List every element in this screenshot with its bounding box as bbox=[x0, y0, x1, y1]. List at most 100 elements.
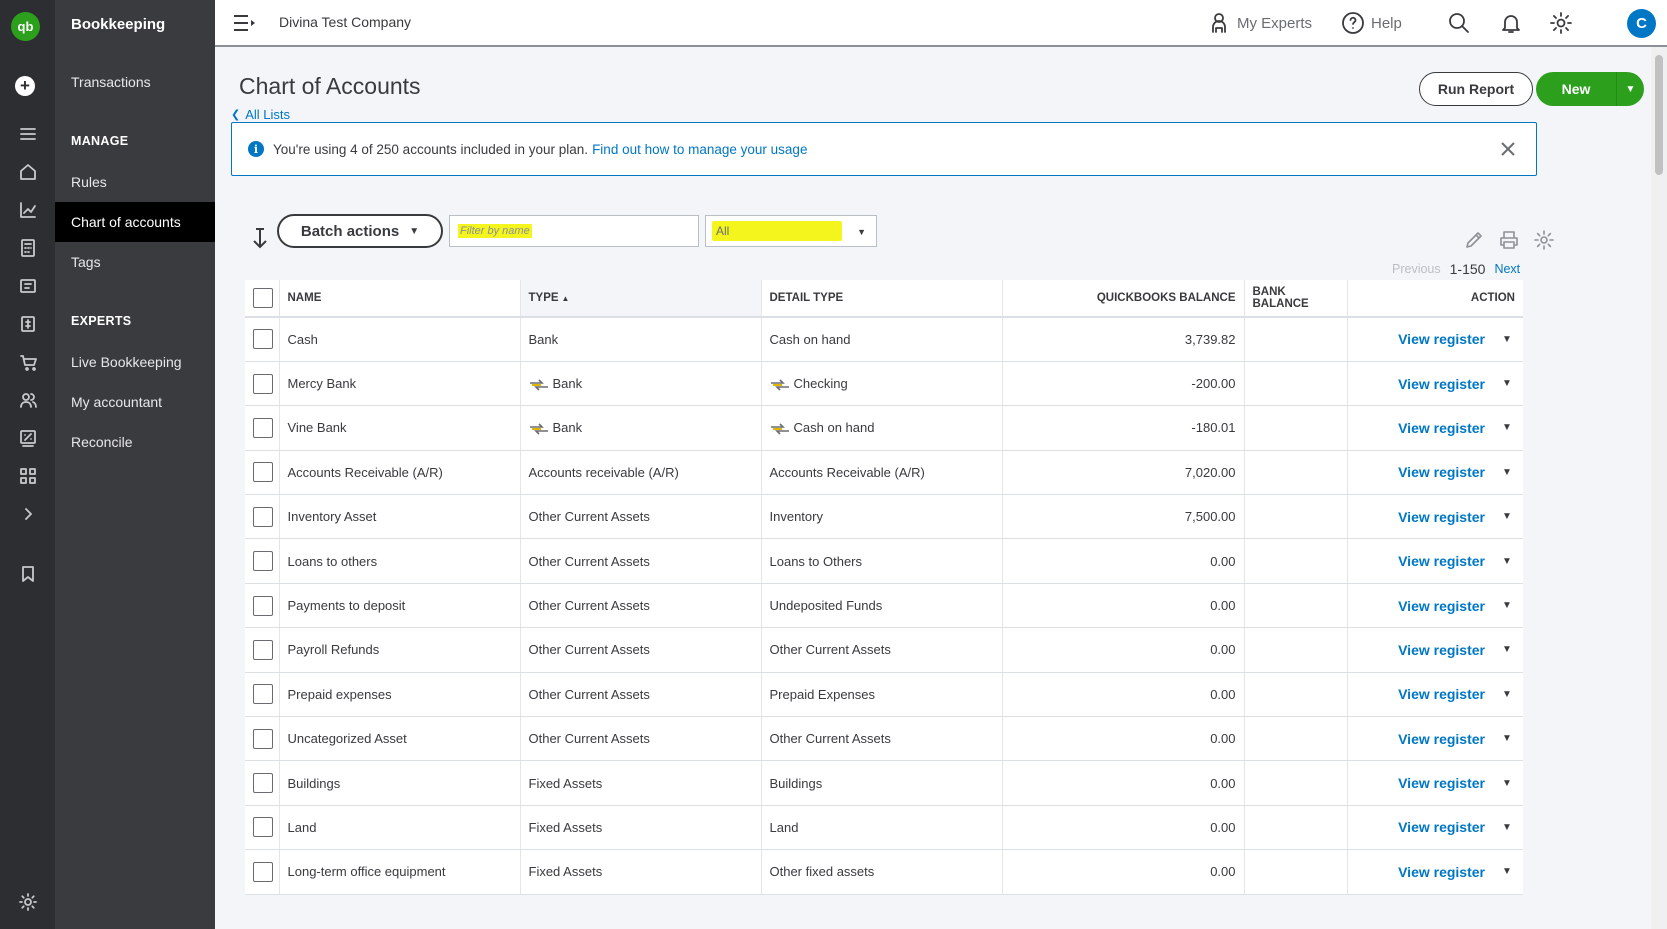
menu-item-reconcile[interactable]: Reconcile bbox=[55, 422, 215, 462]
apps-grid-icon[interactable] bbox=[0, 458, 55, 494]
row-action-dropdown-icon[interactable]: ▼ bbox=[1499, 378, 1515, 389]
row-checkbox[interactable] bbox=[253, 462, 273, 483]
row-action-dropdown-icon[interactable]: ▼ bbox=[1499, 467, 1515, 478]
table-row[interactable]: Mercy Bank Bank Checking -200.00 View regist… bbox=[245, 361, 1523, 407]
row-action-dropdown-icon[interactable]: ▼ bbox=[1499, 334, 1515, 345]
view-register-link[interactable]: View register bbox=[1398, 731, 1485, 747]
table-row[interactable]: Buildings Fixed Assets Buildings 0.00 View r… bbox=[245, 760, 1523, 806]
table-row[interactable]: Accounts Receivable (A/R) Accounts receiv… bbox=[245, 450, 1523, 496]
row-action-dropdown-icon[interactable]: ▼ bbox=[1499, 778, 1515, 789]
row-action-dropdown-icon[interactable]: ▼ bbox=[1499, 866, 1515, 877]
row-action-dropdown-icon[interactable]: ▼ bbox=[1499, 644, 1515, 655]
edit-pencil-icon[interactable] bbox=[1463, 229, 1485, 256]
batch-actions-button[interactable]: Batch actions ▼ bbox=[277, 214, 443, 248]
column-header-quickbooks-balance[interactable]: QUICKBOOKS BALANCE bbox=[1002, 280, 1245, 318]
row-action-dropdown-icon[interactable]: ▼ bbox=[1499, 689, 1515, 700]
row-action-dropdown-icon[interactable]: ▼ bbox=[1499, 422, 1515, 433]
previous-page-link[interactable]: Previous bbox=[1392, 262, 1441, 276]
view-register-link[interactable]: View register bbox=[1398, 598, 1485, 614]
taxes-icon[interactable] bbox=[0, 420, 55, 456]
print-icon[interactable] bbox=[1498, 229, 1520, 256]
view-register-link[interactable]: View register bbox=[1398, 642, 1485, 658]
select-all-checkbox[interactable] bbox=[253, 288, 273, 308]
view-register-link[interactable]: View register bbox=[1398, 864, 1485, 880]
quickbooks-logo[interactable]: qb bbox=[11, 12, 40, 41]
table-settings-gear-icon[interactable] bbox=[1533, 229, 1555, 256]
next-page-link[interactable]: Next bbox=[1494, 262, 1520, 276]
row-checkbox[interactable] bbox=[253, 417, 273, 438]
notifications-bell-icon[interactable] bbox=[1499, 8, 1523, 38]
all-lists-link[interactable]: ❮ All Lists bbox=[231, 107, 290, 122]
table-row[interactable]: Vine Bank Bank Cash on hand -180.01 View reg… bbox=[245, 405, 1523, 451]
column-header-name[interactable]: NAME bbox=[279, 280, 521, 318]
column-header-type[interactable]: TYPE ▲ bbox=[520, 280, 762, 318]
menu-item-my-accountant[interactable]: My accountant bbox=[55, 382, 215, 422]
row-checkbox[interactable] bbox=[253, 861, 273, 882]
settings-gear-icon[interactable] bbox=[0, 884, 55, 920]
menu-item-transactions[interactable]: Transactions bbox=[55, 62, 215, 102]
table-row[interactable]: Payroll Refunds Other Current Assets Other… bbox=[245, 627, 1523, 673]
sales-icon[interactable] bbox=[0, 268, 55, 304]
table-row[interactable]: Prepaid expenses Other Current Assets Prep… bbox=[245, 672, 1523, 718]
table-row[interactable]: Payments to deposit Other Current Assets U… bbox=[245, 583, 1523, 629]
view-register-link[interactable]: View register bbox=[1398, 553, 1485, 569]
manage-usage-link[interactable]: Find out how to manage your usage bbox=[592, 142, 807, 157]
view-register-link[interactable]: View register bbox=[1398, 376, 1485, 392]
view-register-link[interactable]: View register bbox=[1398, 686, 1485, 702]
table-row[interactable]: Land Fixed Assets Land 0.00 View register ▼ bbox=[245, 805, 1523, 851]
people-icon[interactable] bbox=[0, 382, 55, 418]
view-register-link[interactable]: View register bbox=[1398, 420, 1485, 436]
expenses-icon[interactable] bbox=[0, 306, 55, 342]
help-button[interactable]: Help bbox=[1341, 8, 1402, 38]
menu-item-rules[interactable]: Rules bbox=[55, 162, 215, 202]
view-register-link[interactable]: View register bbox=[1398, 819, 1485, 835]
view-register-link[interactable]: View register bbox=[1398, 464, 1485, 480]
expand-chevron-icon[interactable] bbox=[0, 496, 55, 532]
new-account-button[interactable]: New ▼ bbox=[1536, 72, 1644, 106]
collapse-menu-icon[interactable] bbox=[233, 13, 257, 33]
menu-item-live-bookkeeping[interactable]: Live Bookkeeping bbox=[55, 342, 215, 382]
account-type-filter-select[interactable]: All ▼ bbox=[705, 215, 877, 247]
table-row[interactable]: Cash Bank Cash on hand 3,739.82 View registe… bbox=[245, 317, 1523, 362]
row-checkbox[interactable] bbox=[253, 506, 273, 527]
row-checkbox[interactable] bbox=[253, 373, 273, 394]
page-scrollbar[interactable] bbox=[1651, 47, 1667, 929]
row-checkbox[interactable] bbox=[253, 595, 273, 616]
row-checkbox[interactable] bbox=[253, 639, 273, 660]
column-header-detail-type[interactable]: DETAIL TYPE bbox=[761, 280, 1003, 318]
row-checkbox[interactable] bbox=[253, 817, 273, 838]
new-dropdown-caret-icon[interactable]: ▼ bbox=[1616, 72, 1644, 106]
row-checkbox[interactable] bbox=[253, 728, 273, 749]
row-action-dropdown-icon[interactable]: ▼ bbox=[1499, 600, 1515, 611]
row-action-dropdown-icon[interactable]: ▼ bbox=[1499, 556, 1515, 567]
table-row[interactable]: Long-term office equipment Fixed Assets Ot… bbox=[245, 849, 1523, 895]
row-checkbox[interactable] bbox=[253, 329, 273, 350]
accounting-calculator-icon[interactable] bbox=[0, 230, 55, 266]
view-register-link[interactable]: View register bbox=[1398, 775, 1485, 791]
menu-item-tags[interactable]: Tags bbox=[55, 242, 215, 282]
my-experts-button[interactable]: My Experts bbox=[1207, 8, 1312, 38]
row-checkbox[interactable] bbox=[253, 684, 273, 705]
cart-icon[interactable] bbox=[0, 344, 55, 380]
menu-item-chart-of-accounts[interactable]: Chart of accounts bbox=[55, 202, 215, 242]
row-action-dropdown-icon[interactable]: ▼ bbox=[1499, 511, 1515, 522]
reports-chart-icon[interactable] bbox=[0, 192, 55, 228]
menu-icon[interactable] bbox=[0, 116, 55, 152]
home-icon[interactable] bbox=[0, 154, 55, 190]
row-action-dropdown-icon[interactable]: ▼ bbox=[1499, 822, 1515, 833]
row-action-dropdown-icon[interactable]: ▼ bbox=[1499, 733, 1515, 744]
sort-arrow-down-icon[interactable] bbox=[251, 227, 269, 249]
view-register-link[interactable]: View register bbox=[1398, 331, 1485, 347]
close-icon[interactable] bbox=[1498, 139, 1518, 159]
view-register-link[interactable]: View register bbox=[1398, 509, 1485, 525]
run-report-button[interactable]: Run Report bbox=[1419, 72, 1533, 106]
scrollbar-thumb[interactable] bbox=[1655, 55, 1663, 175]
create-new-icon[interactable]: + bbox=[15, 76, 35, 96]
search-icon[interactable] bbox=[1447, 8, 1471, 38]
row-checkbox[interactable] bbox=[253, 551, 273, 572]
settings-gear-icon[interactable] bbox=[1549, 8, 1573, 38]
filter-by-name-input[interactable]: Filter by name bbox=[449, 215, 699, 247]
table-row[interactable]: Loans to others Other Current Assets Loans… bbox=[245, 538, 1523, 584]
column-header-bank-balance[interactable]: BANK BALANCE bbox=[1244, 280, 1348, 318]
table-row[interactable]: Uncategorized Asset Other Current Assets O… bbox=[245, 716, 1523, 762]
